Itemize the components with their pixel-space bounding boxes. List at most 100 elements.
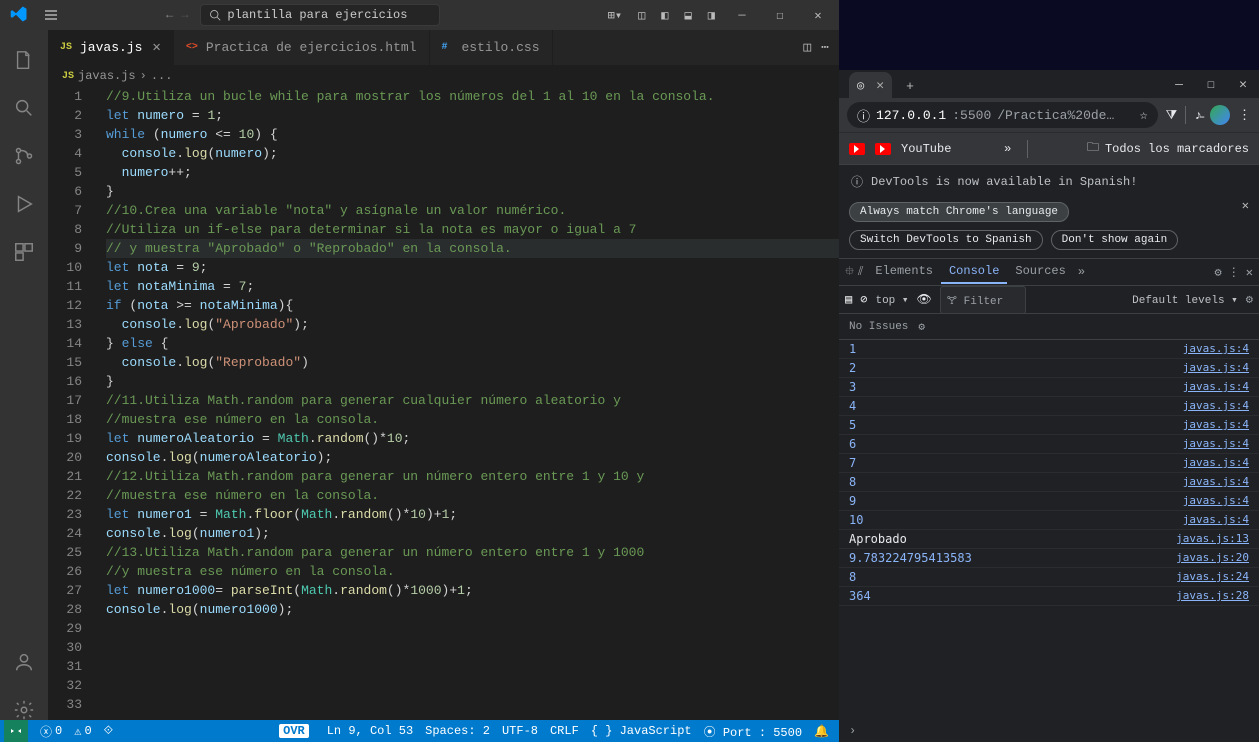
code-line[interactable]: //10.Crea una variable "nota" y asígnale… bbox=[106, 201, 839, 220]
code-line[interactable] bbox=[106, 695, 839, 714]
console-log-row[interactable]: 2javas.js:4 bbox=[839, 359, 1259, 378]
notifications-icon[interactable]: 🔔 bbox=[808, 723, 835, 740]
code-editor[interactable]: 1234567891011121314151617181920212223242… bbox=[48, 87, 839, 742]
devtools-tab-sources[interactable]: Sources bbox=[1007, 260, 1073, 284]
chrome-menu-icon[interactable]: ⋮ bbox=[1238, 108, 1251, 123]
problems-errors[interactable]: ⓧ 0 bbox=[34, 723, 68, 740]
log-source-link[interactable]: javas.js:20 bbox=[1176, 551, 1249, 565]
console-log-row[interactable]: 9javas.js:4 bbox=[839, 492, 1259, 511]
log-source-link[interactable]: javas.js:4 bbox=[1183, 399, 1249, 413]
log-source-link[interactable]: javas.js:4 bbox=[1183, 475, 1249, 489]
run-debug-icon[interactable] bbox=[0, 180, 48, 228]
log-source-link[interactable]: javas.js:4 bbox=[1183, 513, 1249, 527]
devtools-menu-icon[interactable]: ⋮ bbox=[1228, 265, 1240, 280]
editor-tab[interactable]: #estilo.css bbox=[430, 30, 553, 65]
clear-console-icon[interactable]: ⊘ bbox=[860, 292, 867, 307]
account-icon[interactable] bbox=[0, 638, 48, 686]
minimap[interactable] bbox=[769, 87, 839, 237]
code-line[interactable]: let numeroAleatorio = Math.random()*10; bbox=[106, 429, 839, 448]
panel-right-icon[interactable]: ◨ bbox=[702, 4, 721, 27]
nav-forward-button[interactable]: → bbox=[181, 8, 188, 22]
code-line[interactable]: //muestra ese número en la consola. bbox=[106, 486, 839, 505]
code-line[interactable]: //9.Utiliza un bucle while para mostrar … bbox=[106, 87, 839, 106]
log-source-link[interactable]: javas.js:4 bbox=[1183, 437, 1249, 451]
log-source-link[interactable]: javas.js:4 bbox=[1183, 456, 1249, 470]
extensions-puzzle-icon[interactable]: ⧩ bbox=[1166, 108, 1178, 123]
console-settings-icon[interactable]: ⚙ bbox=[1246, 292, 1253, 307]
log-source-link[interactable]: javas.js:4 bbox=[1183, 494, 1249, 508]
console-log-row[interactable]: 7javas.js:4 bbox=[839, 454, 1259, 473]
log-source-link[interactable]: javas.js:13 bbox=[1176, 532, 1249, 546]
new-tab-button[interactable]: + bbox=[898, 74, 922, 98]
search-icon[interactable] bbox=[0, 84, 48, 132]
code-line[interactable]: //11.Utiliza Math.random para generar cu… bbox=[106, 391, 839, 410]
remote-indicator[interactable] bbox=[4, 720, 28, 742]
problems-warnings[interactable]: ⚠ 0 bbox=[68, 724, 97, 739]
console-sidebar-toggle-icon[interactable]: ▤ bbox=[845, 292, 852, 307]
code-line[interactable]: while (numero <= 10) { bbox=[106, 125, 839, 144]
no-issues-label[interactable]: No Issues bbox=[849, 321, 908, 333]
console-log-row[interactable]: Aprobadojavas.js:13 bbox=[839, 530, 1259, 549]
code-line[interactable]: //13.Utiliza Math.random para generar un… bbox=[106, 543, 839, 562]
editor-tab[interactable]: <>Practica de ejercicios.html bbox=[174, 30, 430, 65]
editor-tab[interactable]: JSjavas.js✕ bbox=[48, 30, 174, 65]
console-log-row[interactable]: 3javas.js:4 bbox=[839, 378, 1259, 397]
code-content[interactable]: //9.Utiliza un bucle while para mostrar … bbox=[98, 87, 839, 742]
log-source-link[interactable]: javas.js:4 bbox=[1183, 380, 1249, 394]
layout-customize-icon[interactable]: ◫ bbox=[632, 4, 651, 27]
console-log-row[interactable]: 6javas.js:4 bbox=[839, 435, 1259, 454]
code-line[interactable]: let numero1 = Math.floor(Math.random()*1… bbox=[106, 505, 839, 524]
code-line[interactable]: //Utiliza un if-else para determinar si … bbox=[106, 220, 839, 239]
code-line[interactable]: // y muestra "Aprobado" o "Reprobado" en… bbox=[106, 239, 839, 258]
devtools-tab-console[interactable]: Console bbox=[941, 260, 1007, 284]
log-source-link[interactable]: javas.js:4 bbox=[1183, 361, 1249, 375]
execution-context-selector[interactable]: top ▾ bbox=[875, 293, 908, 307]
browser-tab[interactable]: ◎ ✕ bbox=[849, 72, 892, 98]
live-expression-icon[interactable]: 👁 bbox=[917, 292, 932, 307]
close-tab-icon[interactable]: ✕ bbox=[876, 78, 884, 93]
code-line[interactable]: console.log(numero1000); bbox=[106, 600, 839, 619]
breadcrumb[interactable]: JS javas.js › ... bbox=[48, 65, 839, 87]
code-line[interactable]: console.log("Reprobado") bbox=[106, 353, 839, 372]
code-line[interactable]: console.log(numero1); bbox=[106, 524, 839, 543]
console-log-row[interactable]: 364javas.js:28 bbox=[839, 587, 1259, 606]
all-bookmarks-label[interactable]: Todos los marcadores bbox=[1105, 142, 1249, 156]
console-filter-input[interactable]: 🝖 Filter bbox=[940, 286, 1027, 314]
code-line[interactable] bbox=[106, 657, 839, 676]
more-tabs-icon[interactable]: » bbox=[1078, 265, 1085, 279]
code-line[interactable]: } else { bbox=[106, 334, 839, 353]
explorer-icon[interactable] bbox=[0, 36, 48, 84]
youtube-bookmark-icon[interactable] bbox=[875, 143, 891, 155]
live-server-port[interactable]: ⦿ Port : 5500 bbox=[698, 723, 808, 740]
close-button[interactable]: ✕ bbox=[801, 0, 835, 30]
encoding[interactable]: UTF-8 bbox=[496, 723, 544, 740]
console-log-row[interactable]: 1javas.js:4 bbox=[839, 340, 1259, 359]
radio-icon[interactable]: ⟐ bbox=[98, 724, 119, 738]
console-log-row[interactable]: 8javas.js:24 bbox=[839, 568, 1259, 587]
console-prompt[interactable]: › bbox=[839, 720, 1259, 742]
console-log-row[interactable]: 8javas.js:4 bbox=[839, 473, 1259, 492]
youtube-bookmark-label[interactable]: YouTube bbox=[901, 142, 951, 156]
code-line[interactable]: console.log(numero); bbox=[106, 144, 839, 163]
device-toggle-icon[interactable]: ⫽ bbox=[858, 265, 863, 279]
code-line[interactable]: } bbox=[106, 182, 839, 201]
code-line[interactable]: let numero = 1; bbox=[106, 106, 839, 125]
issues-gear-icon[interactable]: ⚙ bbox=[918, 320, 925, 334]
browser-maximize-button[interactable]: ☐ bbox=[1195, 70, 1227, 98]
language-chip[interactable]: Don't show again bbox=[1051, 230, 1179, 250]
devtools-settings-icon[interactable]: ⚙ bbox=[1215, 265, 1222, 280]
cursor-position[interactable]: Ln 9, Col 53 bbox=[321, 723, 419, 740]
code-line[interactable]: let notaMinima = 7; bbox=[106, 277, 839, 296]
ovr-indicator[interactable]: OVR bbox=[279, 724, 309, 738]
language-mode[interactable]: { } JavaScript bbox=[585, 723, 698, 740]
eol[interactable]: CRLF bbox=[544, 723, 585, 740]
more-actions-icon[interactable]: ⋯ bbox=[821, 40, 829, 55]
code-line[interactable] bbox=[106, 638, 839, 657]
language-chip[interactable]: Always match Chrome's language bbox=[849, 202, 1069, 222]
code-line[interactable] bbox=[106, 676, 839, 695]
code-line[interactable]: let nota = 9; bbox=[106, 258, 839, 277]
profile-avatar-icon[interactable] bbox=[1210, 105, 1230, 125]
console-output[interactable]: 1javas.js:42javas.js:43javas.js:44javas.… bbox=[839, 340, 1259, 720]
console-log-row[interactable]: 10javas.js:4 bbox=[839, 511, 1259, 530]
panel-left-icon[interactable]: ◧ bbox=[655, 4, 674, 27]
